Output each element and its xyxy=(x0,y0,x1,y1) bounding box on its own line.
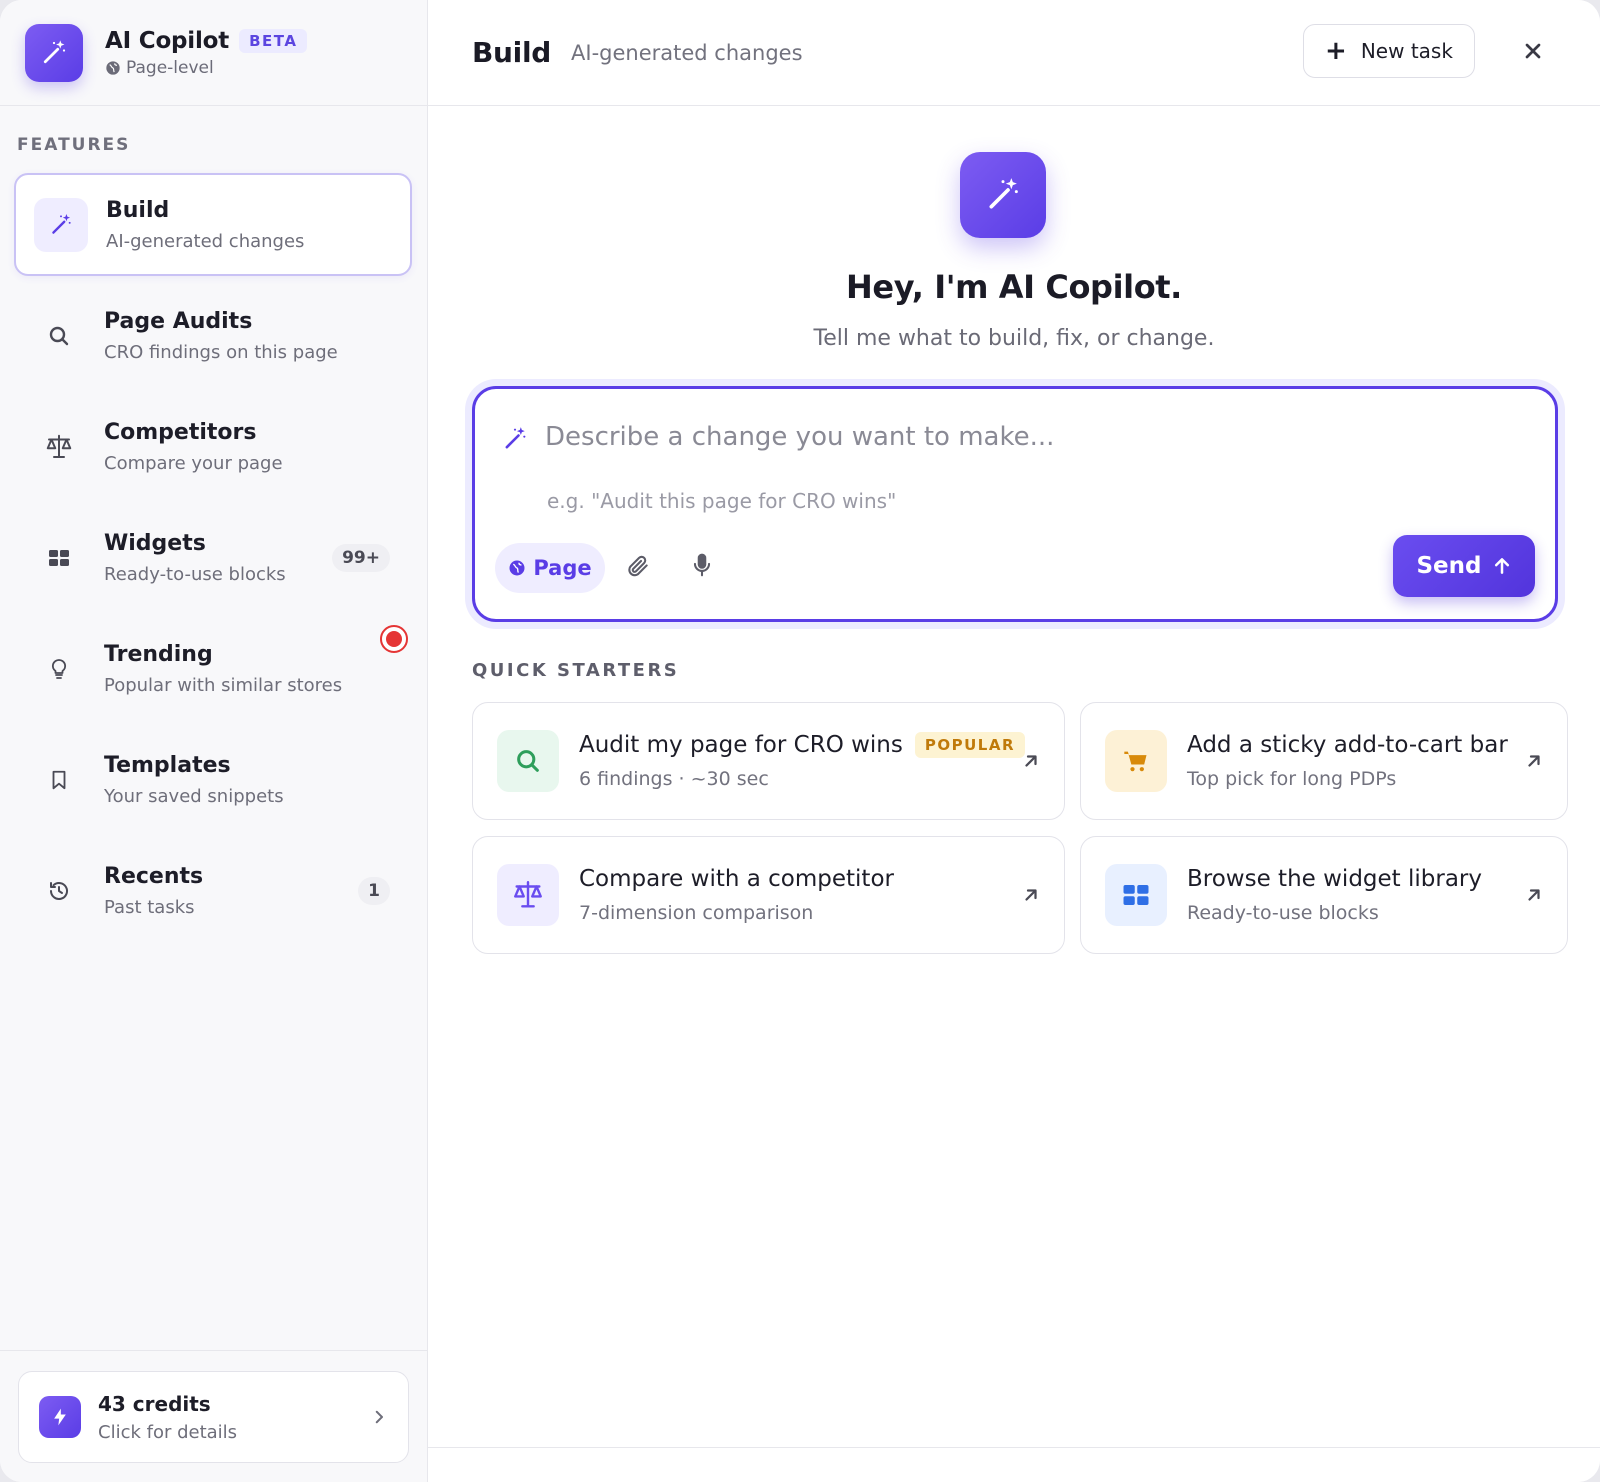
widgets-count-badge: 99+ xyxy=(332,543,390,572)
cart-icon xyxy=(1105,730,1167,792)
microphone-icon xyxy=(693,553,711,577)
attach-button[interactable] xyxy=(625,553,651,583)
sidebar-item-title: Trending xyxy=(104,641,213,667)
arrow-up-right-icon xyxy=(1025,755,1037,767)
live-indicator-icon xyxy=(380,625,408,653)
hero-subtitle: Tell me what to build, fix, or change. xyxy=(813,326,1215,351)
new-task-label: New task xyxy=(1360,39,1453,63)
credits-button[interactable]: 43 credits Click for details xyxy=(18,1371,409,1463)
quick-starters-grid: Audit my page for CRO wins POPULAR 6 fin… xyxy=(472,702,1568,954)
sidebar-item-trending[interactable]: Trending Popular with similar stores xyxy=(14,617,412,720)
sidebar-item-recents[interactable]: Recents Past tasks 1 xyxy=(14,839,412,942)
quick-starter-audit[interactable]: Audit my page for CRO wins POPULAR 6 fin… xyxy=(472,702,1065,820)
composer-hint: e.g. "Audit this page for CRO wins" xyxy=(547,489,897,513)
microphone-button[interactable] xyxy=(689,551,715,583)
sidebar-item-title: Recents xyxy=(104,863,204,889)
sidebar-item-subtitle: CRO findings on this page xyxy=(104,341,338,363)
magic-wand-icon xyxy=(505,427,526,449)
popular-badge: POPULAR xyxy=(914,732,1026,758)
quick-starter-title: Audit my page for CRO wins xyxy=(579,732,903,758)
sidebar-item-title: Competitors xyxy=(104,419,257,445)
sidebar-item-competitors[interactable]: Competitors Compare your page xyxy=(14,395,412,498)
change-description-input[interactable] xyxy=(545,411,1505,463)
page-subtitle: AI-generated changes xyxy=(571,40,803,65)
app-name: AI Copilot xyxy=(105,27,230,54)
sidebar-item-page-audits[interactable]: Page Audits CRO findings on this page xyxy=(14,284,412,387)
close-icon xyxy=(1525,43,1541,59)
scope-chip-label: Page xyxy=(533,556,592,580)
sidebar-item-title: Templates xyxy=(104,752,231,778)
quick-starter-sticky-cart[interactable]: Add a sticky add-to-cart bar Top pick fo… xyxy=(1080,702,1568,820)
features-nav: Build AI-generated changes Page Audits C… xyxy=(14,173,412,950)
send-button[interactable]: Send xyxy=(1393,535,1535,597)
ai-copilot-window: AI Copilot BETA Page-level FEATURES Buil… xyxy=(0,0,1600,1482)
arrow-up-right-icon xyxy=(1025,889,1037,901)
page-title: Build xyxy=(472,36,552,69)
brand-scope-label: Page-level xyxy=(126,57,214,78)
sidebar-item-subtitle: Past tasks xyxy=(104,896,195,918)
close-button[interactable] xyxy=(1516,34,1550,68)
history-icon xyxy=(32,864,86,918)
quick-starter-title: Compare with a competitor xyxy=(579,866,894,892)
quick-starter-title: Add a sticky add-to-cart bar xyxy=(1187,732,1508,758)
sidebar-item-widgets[interactable]: Widgets Ready-to-use blocks 99+ xyxy=(14,506,412,609)
composer: e.g. "Audit this page for CRO wins" Page xyxy=(472,386,1558,622)
globe-icon xyxy=(106,60,120,75)
lightning-icon xyxy=(39,1396,81,1438)
main-panel: Build AI-generated changes + New task He… xyxy=(428,0,1600,1482)
sidebar-item-subtitle: Popular with similar stores xyxy=(104,674,343,696)
grid-icon xyxy=(1105,864,1167,926)
quick-starter-subtitle: Ready-to-use blocks xyxy=(1187,902,1379,924)
credits-title: 43 credits xyxy=(98,1391,211,1416)
send-label: Send xyxy=(1416,553,1482,579)
topbar: Build AI-generated changes + New task xyxy=(428,0,1600,106)
credits-subtitle: Click for details xyxy=(98,1421,238,1443)
arrow-up-right-icon xyxy=(1528,889,1540,901)
bookmark-icon xyxy=(32,753,86,807)
quick-starter-subtitle: Top pick for long PDPs xyxy=(1187,768,1397,790)
features-section-label: FEATURES xyxy=(17,135,131,155)
plus-icon: + xyxy=(1325,36,1347,66)
arrow-up-right-icon xyxy=(1528,755,1540,767)
quick-starter-title: Browse the widget library xyxy=(1187,866,1482,892)
chevron-right-icon xyxy=(375,1410,383,1424)
globe-icon xyxy=(509,560,525,576)
quick-starter-competitor[interactable]: Compare with a competitor 7-dimension co… xyxy=(472,836,1065,954)
sidebar-item-title: Widgets xyxy=(104,530,206,556)
magic-wand-icon xyxy=(960,152,1046,238)
recents-count-badge: 1 xyxy=(358,876,390,905)
search-icon xyxy=(32,309,86,363)
sidebar: AI Copilot BETA Page-level FEATURES Buil… xyxy=(0,0,428,1482)
new-task-button[interactable]: + New task xyxy=(1303,24,1475,78)
magic-wand-icon xyxy=(25,23,83,82)
sidebar-item-title: Page Audits xyxy=(104,308,253,334)
beta-badge: BETA xyxy=(239,28,308,53)
lightbulb-icon xyxy=(32,642,86,696)
quick-starter-subtitle: 6 findings · ~30 sec xyxy=(579,768,769,790)
sidebar-item-subtitle: AI-generated changes xyxy=(106,230,305,252)
search-icon xyxy=(497,730,559,792)
sidebar-item-build[interactable]: Build AI-generated changes xyxy=(14,173,412,276)
sidebar-item-subtitle: Compare your page xyxy=(104,452,283,474)
magic-wand-icon xyxy=(34,197,88,252)
grid-icon xyxy=(32,531,86,585)
sidebar-item-templates[interactable]: Templates Your saved snippets xyxy=(14,728,412,831)
hero-title: Hey, I'm AI Copilot. xyxy=(846,268,1182,306)
page-scope-chip[interactable]: Page xyxy=(495,543,605,593)
main-footer-divider xyxy=(428,1447,1600,1448)
scale-icon xyxy=(497,864,559,926)
scale-icon xyxy=(32,420,86,474)
sidebar-item-subtitle: Ready-to-use blocks xyxy=(104,563,286,585)
credits-section: 43 credits Click for details xyxy=(0,1350,427,1482)
sidebar-item-title: Build xyxy=(106,197,170,223)
quick-starter-subtitle: 7-dimension comparison xyxy=(579,902,814,924)
quick-starters-label: QUICK STARTERS xyxy=(472,660,680,681)
brand-header: AI Copilot BETA Page-level xyxy=(0,0,427,106)
paperclip-icon xyxy=(628,555,648,577)
arrow-up-icon xyxy=(1494,558,1509,574)
sidebar-item-subtitle: Your saved snippets xyxy=(104,785,284,807)
quick-starter-widget-library[interactable]: Browse the widget library Ready-to-use b… xyxy=(1080,836,1568,954)
